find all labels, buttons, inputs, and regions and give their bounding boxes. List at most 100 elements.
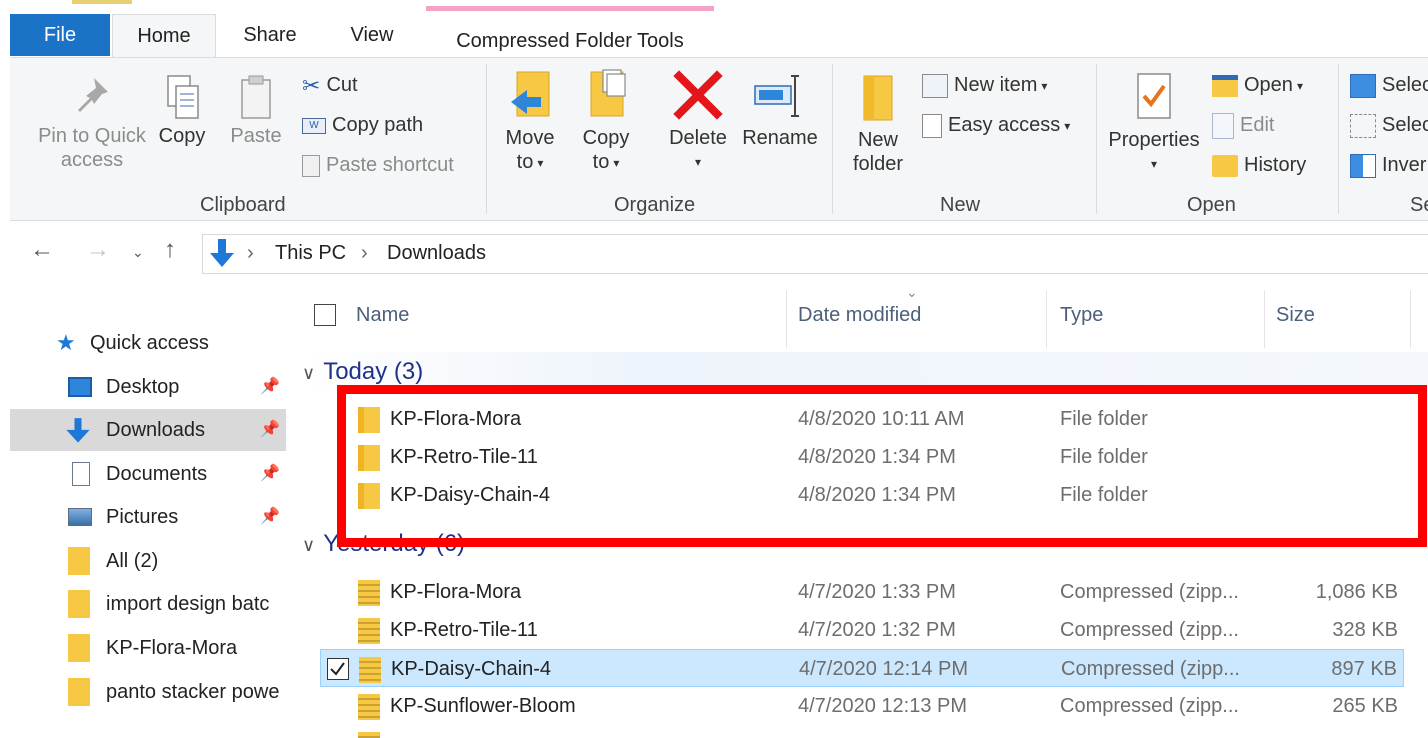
pin-label-line1: Pin to Quick [38,125,146,147]
move-to-label-1: Move [505,127,555,149]
paste-shortcut-label: Paste shortcut [326,154,454,176]
delete-button[interactable]: Delete ▾ [662,68,734,174]
nav-item-label: Documents [106,463,208,485]
column-divider[interactable] [1410,290,1411,348]
ribbon-divider [486,64,487,214]
table-row-selected[interactable]: KP-Daisy-Chain-4 4/7/2020 12:14 PM Compr… [320,649,1404,687]
edit-button[interactable]: Edit [1212,110,1274,140]
file-type: Compressed (zipp... [1061,658,1240,680]
invert-selection-button[interactable]: Inver [1350,150,1426,180]
nav-item-desktop[interactable]: Desktop 📌 [10,366,286,408]
rename-icon [754,75,799,117]
table-row[interactable]: KP-Sunflower-Bloom 4/7/2020 12:13 PM Com… [320,687,1404,725]
tab-home[interactable]: Home [112,14,216,58]
desktop-icon [68,377,92,397]
file-size: 328 KB [1332,619,1398,641]
copy-button[interactable]: Copy [152,74,212,148]
pin-to-quick-access-button[interactable]: Pin to Quick access [22,74,162,172]
select-none-label: Selec [1382,114,1428,136]
breadcrumb-separator-icon: › [247,242,254,264]
edit-icon [1212,112,1234,139]
nav-item-folder[interactable]: import design batc [10,583,286,625]
file-name: KP-Sunflower-Bloom [390,695,576,717]
quick-access-toolbar-strip [72,0,132,4]
folder-icon [68,590,90,618]
ribbon-tab-bar: File Home Share View Compressed Folder T… [0,0,1428,58]
open-folder-icon [1212,74,1238,97]
group-collapse-chevron-icon[interactable]: ∨ [302,535,315,555]
new-item-button[interactable]: New item ▾ [922,70,1047,100]
nav-item-label: Downloads [106,419,205,441]
select-all-icon [1350,73,1376,98]
tab-share[interactable]: Share [228,14,312,58]
nav-item-folder[interactable]: panto stacker powe [10,671,286,713]
tab-compressed-folder-tools[interactable]: Compressed Folder Tools [426,6,714,58]
file-type: Compressed (zipp... [1060,581,1239,603]
copy-to-button[interactable]: Copy to ▾ [574,68,638,175]
delete-dropdown-caret[interactable]: ▾ [662,150,734,174]
file-type: Compressed (zipp... [1060,695,1239,717]
rename-button[interactable]: Rename [738,68,822,150]
easy-access-caret: ▾ [1064,118,1071,133]
new-folder-button[interactable]: New folder [842,70,914,176]
address-bar[interactable]: › This PC › Downloads [202,234,1428,274]
easy-access-button[interactable]: Easy access ▾ [922,110,1070,140]
folder-icon [68,634,90,662]
pin-icon[interactable]: 📌 [260,496,280,538]
open-caret: ▾ [1296,78,1303,93]
move-to-button[interactable]: Move to ▾ [498,68,562,175]
column-divider[interactable] [786,290,787,348]
paste-shortcut-button[interactable]: Paste shortcut [302,150,454,180]
pin-icon[interactable]: 📌 [260,409,280,451]
select-all-button[interactable]: Selec [1350,70,1428,100]
nav-item-pictures[interactable]: Pictures 📌 [10,496,286,538]
folder-icon [68,678,90,706]
nav-item-documents[interactable]: Documents 📌 [10,453,286,495]
new-folder-label-1: New [857,129,898,151]
properties-button[interactable]: Properties ▾ [1104,70,1204,176]
zip-folder-icon [358,618,380,644]
new-folder-label-2: folder [852,153,904,175]
table-row-partial[interactable] [320,725,1404,738]
tab-view[interactable]: View [330,14,414,58]
group-collapse-chevron-icon[interactable]: ∨ [302,363,315,383]
column-divider[interactable] [1264,290,1265,348]
recent-locations-chevron-icon[interactable]: ⌄ [132,244,144,261]
open-button[interactable]: Open ▾ [1212,70,1303,100]
file-date: 4/7/2020 12:14 PM [799,658,969,680]
select-none-button[interactable]: Selec [1350,110,1428,140]
nav-item-quick-access[interactable]: ★ Quick access [10,322,286,364]
nav-item-folder[interactable]: All (2) [10,540,286,582]
nav-item-folder[interactable]: KP-Flora-Mora [10,627,286,669]
column-divider[interactable] [1046,290,1047,348]
tab-file[interactable]: File [10,14,110,56]
nav-item-downloads[interactable]: Downloads 📌 [10,409,286,451]
edit-label: Edit [1240,114,1275,136]
select-all-checkbox[interactable] [312,282,338,348]
up-arrow-icon[interactable]: ↑ [164,236,176,264]
nav-item-label: Pictures [106,506,179,528]
new-item-icon [922,73,948,98]
row-checkbox[interactable] [327,658,349,680]
pin-icon[interactable]: 📌 [260,453,280,495]
properties-caret[interactable]: ▾ [1104,152,1204,176]
breadcrumb-downloads[interactable]: Downloads [387,242,486,265]
history-button[interactable]: History [1212,150,1306,180]
cut-button[interactable]: ✂ Cut [302,70,358,100]
forward-arrow-icon[interactable]: → [86,236,110,264]
pin-label-line2: access [60,149,124,171]
ribbon-divider [1338,64,1339,214]
nav-item-label: import design batc [106,593,270,615]
invert-selection-label: Inver [1382,154,1427,176]
rename-label: Rename [742,127,818,149]
table-row[interactable]: KP-Retro-Tile-11 4/7/2020 1:32 PM Compre… [320,611,1404,649]
pin-icon[interactable]: 📌 [260,366,280,408]
back-arrow-icon[interactable]: ← [30,236,54,264]
open-label: Open [1244,74,1293,96]
paste-button[interactable]: Paste [224,74,288,148]
copy-path-icon: W [302,117,326,134]
breadcrumb-separator-icon: › [361,242,368,264]
copy-path-button[interactable]: W Copy path [302,110,423,140]
breadcrumb-this-pc[interactable]: This PC [275,242,346,265]
table-row[interactable]: KP-Flora-Mora 4/7/2020 1:33 PM Compresse… [320,573,1404,611]
